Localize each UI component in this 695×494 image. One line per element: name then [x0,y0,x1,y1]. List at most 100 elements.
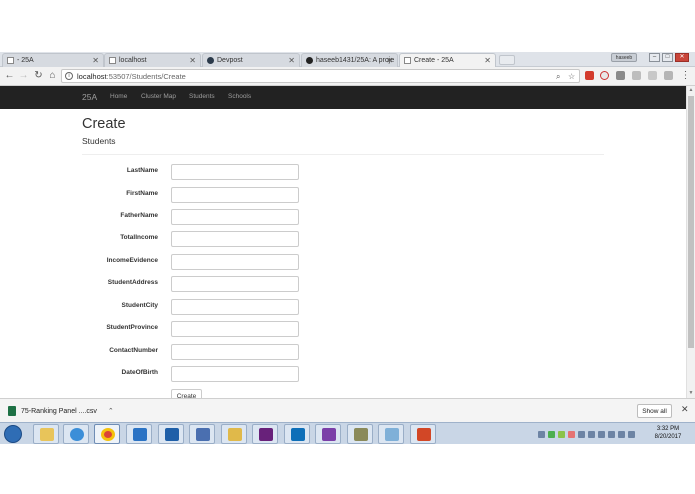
download-item[interactable]: 75-Ranking Panel ....csv ⌃ [8,404,114,418]
taskbar-visual-studio[interactable] [252,424,278,444]
extension-icon[interactable] [600,71,609,80]
csv-file-icon [8,406,16,416]
nav-link-home[interactable]: Home [110,86,127,109]
taskbar-sql[interactable] [347,424,373,444]
tray-icon[interactable] [628,430,635,438]
clock-time: 3:32 PM [656,426,680,432]
field-label: StudentAddress [107,279,158,286]
tray-icon[interactable] [578,430,585,438]
tray-icon[interactable] [568,430,575,438]
close-icon[interactable]: ✕ [484,54,491,67]
star-icon[interactable]: ☆ [568,72,575,81]
start-button[interactable] [4,425,22,443]
studentcity-input[interactable] [171,299,299,315]
profile-button[interactable]: haseeb [611,53,637,62]
taskbar-android[interactable] [221,424,247,444]
ie-icon [70,428,84,441]
tab-create[interactable]: Create - 25A ✕ [399,53,496,67]
info-icon[interactable]: i [65,72,73,80]
address-bar[interactable]: i localhost:53507/Students/Create ⌕ ☆ [61,69,580,83]
extension-icon[interactable] [664,71,673,80]
tab-devpost[interactable]: Devpost ✕ [202,53,300,67]
lastname-input[interactable] [171,164,299,180]
taskbar-ie[interactable] [63,424,89,444]
taskbar-explorer[interactable] [33,424,59,444]
tray-icon[interactable] [548,430,555,438]
outlook-icon [165,428,179,441]
tab-25a[interactable]: - 25A ✕ [2,53,104,67]
close-icon[interactable]: ✕ [386,54,393,67]
tray-icon[interactable] [618,430,625,438]
studentaddress-input[interactable] [171,276,299,292]
minimize-button[interactable]: – [649,53,660,62]
taskbar-visual-studio-2[interactable] [315,424,341,444]
form-group-totalincome: TotalIncome [82,231,322,247]
page-scrollbar[interactable]: ▲ ▼ [686,86,695,398]
dateofbirth-input[interactable] [171,366,299,382]
tray-icon[interactable] [588,430,595,438]
firstname-input[interactable] [171,187,299,203]
menu-icon[interactable]: ⋮ [680,70,691,82]
totalincome-input[interactable] [171,231,299,247]
form-group-studentprovince: StudentProvince [82,321,322,337]
clock[interactable]: 3:32 PM 8/20/2017 [648,425,688,441]
close-window-button[interactable]: ✕ [675,53,689,62]
fathername-input[interactable] [171,209,299,225]
extension-icon[interactable] [616,71,625,80]
create-button[interactable]: Create [171,389,202,398]
download-file-name: 75-Ranking Panel ....csv [21,407,97,415]
maximize-button[interactable]: □ [662,53,673,62]
scroll-up-icon[interactable]: ▲ [688,87,694,93]
system-tray [538,426,635,442]
form-group-lastname: LastName [82,164,322,180]
tab-github[interactable]: haseeb1431/25A: A proje ✕ [301,53,398,67]
chrome-icon [101,428,115,441]
scroll-down-icon[interactable]: ▼ [688,390,694,396]
close-icon[interactable]: ✕ [92,54,99,67]
scrollbar-thumb[interactable] [688,96,694,348]
close-icon[interactable]: ✕ [288,54,295,67]
extension-icon[interactable] [585,71,594,80]
github-icon [306,57,313,64]
new-tab-button[interactable] [499,55,515,65]
extension-icon[interactable] [632,71,641,80]
back-button[interactable]: ← [4,70,15,82]
nav-link-cluster-map[interactable]: Cluster Map [141,86,176,109]
chevron-up-icon[interactable]: ⌃ [108,407,114,415]
close-icon[interactable]: ✕ [681,404,689,415]
taskbar-outlook[interactable] [158,424,184,444]
taskbar-vscode[interactable] [284,424,310,444]
tab-label: Devpost [217,57,243,64]
field-label: FirstName [126,190,158,197]
volume-icon[interactable] [608,430,615,438]
show-all-button[interactable]: Show all [637,404,672,418]
page-title: Create [82,116,126,132]
nav-link-students[interactable]: Students [189,86,215,109]
extension-icon[interactable] [648,71,657,80]
taskbar-chrome[interactable] [94,424,120,444]
page-content: Create Students LastName FirstName Fathe… [0,109,686,398]
browser-tab-strip: - 25A ✕ localhost ✕ Devpost ✕ haseeb1431… [0,52,695,67]
close-icon[interactable]: ✕ [189,54,196,67]
vs-icon [259,428,273,441]
forward-button[interactable]: → [18,70,29,82]
taskbar-lync[interactable] [126,424,152,444]
nav-link-schools[interactable]: Schools [228,86,251,109]
taskbar-powerpoint[interactable] [410,424,436,444]
tab-localhost[interactable]: localhost ✕ [104,53,201,67]
taskbar-network[interactable] [189,424,215,444]
field-label: StudentCity [121,302,158,309]
search-icon[interactable]: ⌕ [556,72,560,82]
incomeevidence-input[interactable] [171,254,299,270]
home-button[interactable]: ⌂ [47,70,58,82]
tray-icon[interactable] [558,430,565,438]
studentprovince-input[interactable] [171,321,299,337]
reload-button[interactable]: ↻ [33,70,44,82]
tray-icon[interactable] [538,430,545,438]
network-tray-icon[interactable] [598,430,605,438]
taskbar-paint[interactable] [378,424,404,444]
tab-label: haseeb1431/25A: A proje [316,57,395,64]
brand-link[interactable]: 25A [82,86,97,109]
contactnumber-input[interactable] [171,344,299,360]
form-group-studentaddress: StudentAddress [82,276,322,292]
